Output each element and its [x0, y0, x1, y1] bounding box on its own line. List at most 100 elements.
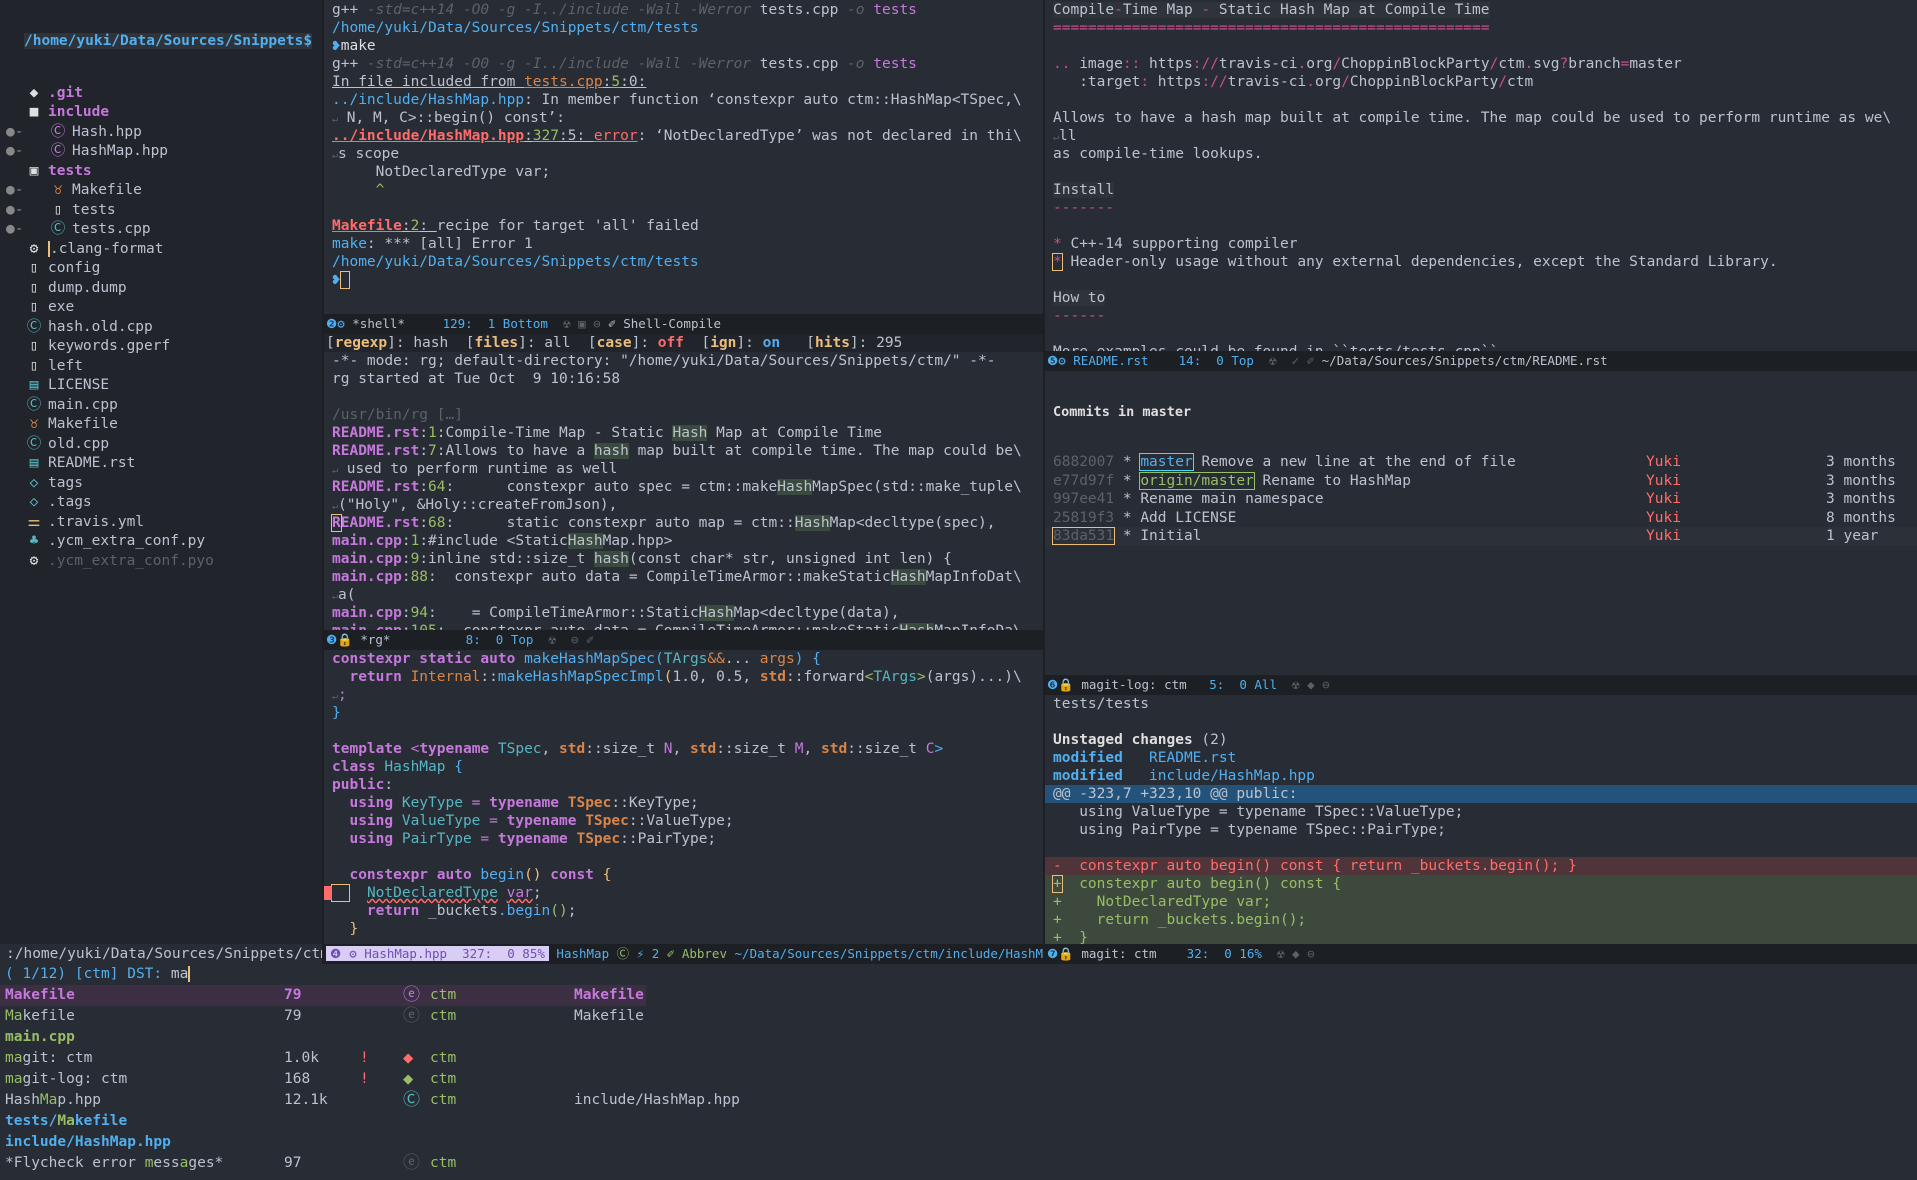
buffer-line[interactable]: main.cpp:88: constexpr auto data = Compi…	[324, 568, 1043, 586]
buffer-line[interactable]: -*- mode: rg; default-directory: "/home/…	[324, 352, 1043, 370]
buffer-line[interactable]: ↵a(	[324, 586, 1043, 604]
tree-item[interactable]: ▤ LICENSE	[0, 376, 322, 396]
buffer-line[interactable]: ../include/HashMap.hpp: In member functi…	[324, 91, 1043, 109]
buffer-line[interactable]: More examples could be found in ``tests/…	[1045, 343, 1917, 351]
tree-item[interactable]: ●- ▯ tests	[0, 201, 322, 221]
buffer-line[interactable]	[324, 848, 1043, 866]
buffer-line[interactable]: @@ -323,7 +323,10 @@ public:	[1045, 785, 1917, 803]
buffer-line[interactable]: return Internal::makeHashMapSpecImpl(1.0…	[324, 668, 1043, 686]
buffer-line[interactable]: - constexpr auto begin() const { return …	[1045, 857, 1917, 875]
buffer-line[interactable]	[1045, 713, 1917, 731]
tree-item[interactable]: ▯ keywords.gperf	[0, 337, 322, 357]
minibuffer-prompt-line[interactable]: ( 1/12) [ctm] DST: ma	[0, 964, 400, 984]
buffer-line[interactable]: README.rst:64: constexpr auto spec = ctm…	[324, 478, 1043, 496]
buffer-candidate[interactable]: tests/Makefile	[0, 1111, 1917, 1132]
buffer-line[interactable]: modified include/HashMap.hpp	[1045, 767, 1917, 785]
buffer-line[interactable]: ↵s scope	[324, 145, 1043, 163]
tree-item[interactable]: ⚙ .clang-format	[0, 240, 322, 260]
tree-root-path[interactable]: /home/yuki/Data/Sources/Snippets$	[0, 32, 322, 52]
buffer-line[interactable]	[1045, 839, 1917, 857]
buffer-line[interactable]: ../include/HashMap.hpp:327:5: error: ‘No…	[324, 127, 1043, 145]
buffer-line[interactable]: make: *** [all] Error 1	[324, 235, 1043, 253]
buffer-line[interactable]	[1045, 325, 1917, 343]
tree-item[interactable]: Ⓒold.cpp	[0, 435, 322, 455]
buffer-line[interactable]: * Header-only usage without any external…	[1045, 253, 1917, 271]
buffer-line[interactable]: g++ -std=c++14 -O0 -g -I../include -Wall…	[324, 55, 1043, 73]
buffer-line[interactable]: }	[324, 920, 1043, 938]
buffer-line[interactable]: /usr/bin/rg […]	[324, 406, 1043, 424]
rg-results-buffer[interactable]: -*- mode: rg; default-directory: "/home/…	[324, 352, 1043, 630]
buffer-line[interactable]: README.rst:7:Allows to have a hash map b…	[324, 442, 1043, 460]
tree-item[interactable]: ⚌ .travis.yml	[0, 513, 322, 533]
buffer-line[interactable]: as compile-time lookups.	[1045, 145, 1917, 163]
commit-row[interactable]: e77d97f * origin/master Rename to HashMa…	[1045, 471, 1917, 491]
tree-item[interactable]: ▤ README.rst	[0, 454, 322, 474]
buffer-line[interactable]: In file included from tests.cpp:5:0:	[324, 73, 1043, 91]
buffer-line[interactable]	[1045, 217, 1917, 235]
buffer-line[interactable]: ↵("Holy", &Holy::createFromJson),	[324, 496, 1043, 514]
buffer-line[interactable]: ↵ll	[1045, 127, 1917, 145]
tree-item[interactable]: Ⓒhash.old.cpp	[0, 318, 322, 338]
tree-item[interactable]: ●- Ⓒtests.cpp	[0, 220, 322, 240]
buffer-line[interactable]: }	[324, 704, 1043, 722]
error-fringe-icon[interactable]	[324, 886, 332, 900]
buffer-line[interactable]	[1045, 37, 1917, 55]
buffer-line[interactable]: ↵ used to perform runtime as well	[324, 460, 1043, 478]
buffer-candidate[interactable]: Makefile 79 ⓔ ctm Makefile	[0, 1006, 1917, 1027]
tree-item[interactable]: ●- Ⓒ HashMap.hpp	[0, 142, 322, 162]
buffer-line[interactable]: ↵ N, M, C>::begin() const’:	[324, 109, 1043, 127]
buffer-candidate[interactable]: magit-log: ctm 168! ◆ ctm	[0, 1069, 1917, 1090]
commit-row[interactable]: 83da531 * Initial Yuki 1 year	[1045, 527, 1917, 546]
code-editor-buffer[interactable]: constexpr static auto makeHashMapSpec(TA…	[324, 650, 1043, 944]
tree-item[interactable]: ♉ Makefile	[0, 415, 322, 435]
tree-item[interactable]: ◇ tags	[0, 474, 322, 494]
buffer-line[interactable]: ^	[324, 181, 1043, 199]
buffer-line[interactable]: main.cpp:1:#include <StaticHashMap.hpp>	[324, 532, 1043, 550]
minibuffer[interactable]: Makefile 79 ⓔ ctm Makefile Makefile 79 ⓔ ctm Make…	[0, 964, 1917, 1180]
buffer-line[interactable]: ========================================…	[1045, 19, 1917, 37]
buffer-line[interactable]: NotDeclaredType var;	[324, 884, 1043, 902]
tree-item[interactable]: ▯ dump.dump	[0, 279, 322, 299]
buffer-candidate[interactable]: HashMap.hpp 12.1k Ⓒctm include/HashMap.hpp	[0, 1090, 1917, 1111]
buffer-line[interactable]: + NotDeclaredType var;	[1045, 893, 1917, 911]
buffer-line[interactable]: /home/yuki/Data/Sources/Snippets/ctm/tes…	[324, 19, 1043, 37]
readme-buffer[interactable]: Compile-Time Map - Static Hash Map at Co…	[1045, 0, 1917, 351]
buffer-line[interactable]: using ValueType = typename TSpec::ValueT…	[324, 812, 1043, 830]
tree-item[interactable]: ▯ left	[0, 357, 322, 377]
buffer-line[interactable]: using ValueType = typename TSpec::ValueT…	[1045, 803, 1917, 821]
buffer-line[interactable]: tests/tests	[1045, 695, 1917, 713]
buffer-line[interactable]	[1045, 91, 1917, 109]
tree-item[interactable]: ◆ .git	[0, 84, 322, 104]
buffer-line[interactable]	[324, 199, 1043, 217]
buffer-line[interactable]: g++ -std=c++14 -O0 -g -I../include -Wall…	[324, 1, 1043, 19]
shell-buffer[interactable]: g++ -std=c++14 -O0 -g -I../include -Wall…	[324, 0, 1043, 314]
buffer-candidate[interactable]: *Flycheck error messages* 97 ⓔ ctm	[0, 1153, 1917, 1174]
buffer-line[interactable]: Allows to have a hash map built at compi…	[1045, 109, 1917, 127]
buffer-line[interactable]: constexpr static auto makeHashMapSpec(TA…	[324, 650, 1043, 668]
buffer-line[interactable]: ------	[1045, 307, 1917, 325]
buffer-line[interactable]: How to	[1045, 289, 1917, 307]
buffer-line[interactable]: rg started at Tue Oct 9 10:16:58	[324, 370, 1043, 388]
buffer-line[interactable]: public:	[324, 776, 1043, 794]
buffer-line[interactable]: README.rst:1:Compile-Time Map - Static H…	[324, 424, 1043, 442]
commit-row[interactable]: 6882007 * master Remove a new line at th…	[1045, 453, 1917, 472]
buffer-line[interactable]: README.rst:68: static constexpr auto map…	[324, 514, 1043, 532]
magit-status-buffer[interactable]: tests/tests Unstaged changes (2) modified …	[1045, 695, 1917, 944]
buffer-line[interactable]: class HashMap {	[324, 758, 1043, 776]
buffer-line[interactable]: modified README.rst	[1045, 749, 1917, 767]
tree-item[interactable]: ■ include	[0, 103, 322, 123]
buffer-line[interactable]: constexpr auto begin() const {	[324, 866, 1043, 884]
buffer-line[interactable]: :target: https://travis-ci.org/ChoppinBl…	[1045, 73, 1917, 91]
buffer-candidate[interactable]: main.cpp	[0, 1027, 1917, 1048]
buffer-line[interactable]: Unstaged changes (2)	[1045, 731, 1917, 749]
buffer-line[interactable]: * C++-14 supporting compiler	[1045, 235, 1917, 253]
buffer-candidate[interactable]: include/HashMap.hpp	[0, 1132, 1917, 1153]
buffer-candidate[interactable]: magit: ctm 1.0k! ◆ ctm	[0, 1048, 1917, 1069]
tree-item[interactable]: ◇ .tags	[0, 493, 322, 513]
buffer-line[interactable]: using PairType = typename TSpec::PairTyp…	[1045, 821, 1917, 839]
buffer-line[interactable]: using PairType = typename TSpec::PairTyp…	[324, 830, 1043, 848]
buffer-line[interactable]: Compile-Time Map - Static Hash Map at Co…	[1045, 1, 1917, 19]
buffer-line[interactable]: ↵;	[324, 686, 1043, 704]
commit-row[interactable]: 25819f3 * Add LICENSE Yuki 8 months	[1045, 509, 1917, 528]
tree-item[interactable]: ▯ config	[0, 259, 322, 279]
